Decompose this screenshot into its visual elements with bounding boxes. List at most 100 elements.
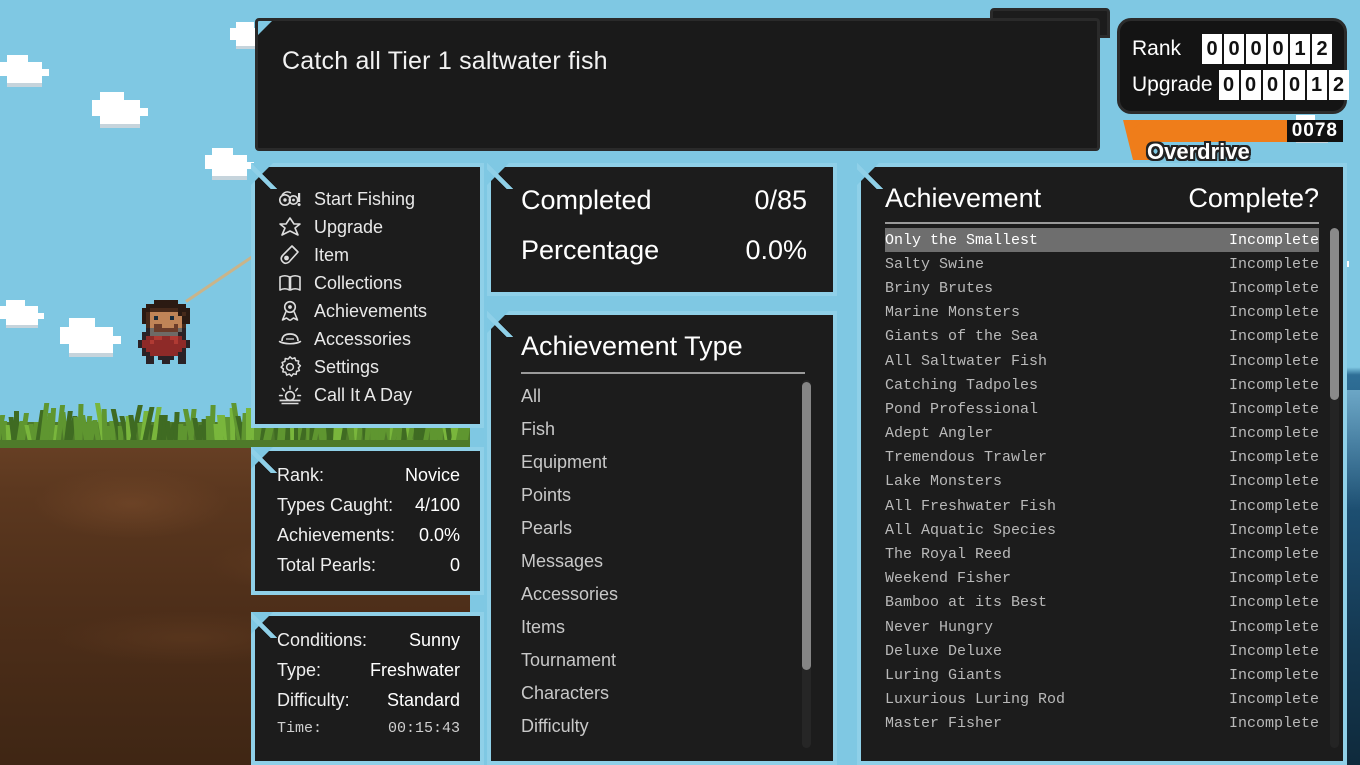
completion-row: Completed0/85 [521,185,807,235]
menu-item-call-it-a-day[interactable]: Call It A Day [277,381,480,409]
menu-item-achievements[interactable]: Achievements [277,297,480,325]
achievement-row[interactable]: Lake MonstersIncomplete [885,470,1319,494]
menu-item-collections[interactable]: Collections [277,269,480,297]
achievement-name: Never Hungry [885,619,993,636]
achievement-row[interactable]: Tremendous TrawlerIncomplete [885,446,1319,470]
achievement-status: Incomplete [1229,425,1319,442]
achievement-row[interactable]: Pond ProfessionalIncomplete [885,397,1319,421]
menu-item-label: Accessories [314,329,411,350]
stat-row-label: Rank: [277,465,324,486]
upgrade-digit-group: 000012 [1219,70,1349,100]
menu-item-accessories[interactable]: Accessories [277,325,480,353]
achievement-row[interactable]: All Aquatic SpeciesIncomplete [885,518,1319,542]
condition-row-value: Sunny [409,630,460,651]
achievement-status: Incomplete [1229,280,1319,297]
achievement-row[interactable]: All Saltwater FishIncomplete [885,349,1319,373]
open-book-icon [277,271,303,295]
achievement-row[interactable]: Salty SwineIncomplete [885,252,1319,276]
menu-item-label: Upgrade [314,217,383,238]
achievement-status: Incomplete [1229,667,1319,684]
condition-row-label: Type: [277,660,321,681]
achievement-row[interactable]: Adept AnglerIncomplete [885,422,1319,446]
achievement-type-scroll-thumb[interactable] [802,382,811,670]
rank-label: Rank [1132,37,1181,61]
achievement-name: Tremendous Trawler [885,449,1047,466]
achievement-name: All Freshwater Fish [885,498,1056,515]
menu-item-label: Settings [314,357,379,378]
achievement-name: Giants of the Sea [885,328,1038,345]
achievement-type-option[interactable]: Points [521,479,833,512]
achievement-type-option[interactable]: Characters [521,677,833,710]
hat-icon [277,327,303,351]
achievement-type-option[interactable]: Tournament [521,644,833,677]
stat-row: Achievements:0.0% [277,525,460,555]
achievement-row[interactable]: Deluxe DeluxeIncomplete [885,639,1319,663]
rank-digit: 0 [1202,34,1222,64]
stat-row-value: 0 [450,555,460,576]
achievement-row[interactable]: Bamboo at its BestIncomplete [885,591,1319,615]
achievement-row[interactable]: Never HungryIncomplete [885,615,1319,639]
achievement-row[interactable]: Briny BrutesIncomplete [885,276,1319,300]
stat-row-value: 4/100 [415,495,460,516]
achievement-column-header: Achievement [885,183,1041,214]
medal-ribbon-icon [277,299,303,323]
condition-row-label: Difficulty: [277,690,350,711]
achievement-row[interactable]: Catching TadpolesIncomplete [885,373,1319,397]
completion-summary-panel: Completed0/85Percentage0.0% [487,163,837,296]
stat-row-label: Total Pearls: [277,555,376,576]
achievement-type-options[interactable]: AllFishEquipmentPointsPearlsMessagesAcce… [521,380,833,748]
rank-digit: 2 [1312,34,1332,64]
achievement-name: Catching Tadpoles [885,377,1038,394]
achievement-row[interactable]: Weekend FisherIncomplete [885,567,1319,591]
achievement-type-option[interactable]: Difficulty [521,710,833,743]
achievement-row[interactable]: Master FisherIncomplete [885,712,1319,736]
achievement-name: Luxurious Luring Rod [885,691,1065,708]
achievement-row[interactable]: Giants of the Sea Incomplete [885,325,1319,349]
achievement-type-option[interactable]: Items [521,611,833,644]
completion-row: Percentage0.0% [521,235,807,285]
achievement-name: The Royal Reed [885,546,1011,563]
time-row: Time: 00:15:43 [277,720,460,750]
menu-item-item[interactable]: Item [277,241,480,269]
stat-row-label: Achievements: [277,525,395,546]
achievement-row[interactable]: Only the SmallestIncomplete [885,228,1319,252]
achievement-type-scrollbar[interactable] [802,380,811,748]
achievement-list-divider [885,222,1319,224]
overdrive-value: 0078 [1287,120,1343,142]
achievement-list-scroll-thumb[interactable] [1330,228,1339,400]
achievement-type-option[interactable]: Fish [521,413,833,446]
stat-row-label: Types Caught: [277,495,393,516]
stat-row-value: Novice [405,465,460,486]
achievement-status: Incomplete [1229,256,1319,273]
achievement-row[interactable]: Luring GiantsIncomplete [885,663,1319,687]
menu-item-settings[interactable]: Settings [277,353,480,381]
achievement-row[interactable]: Marine MonstersIncomplete [885,301,1319,325]
rank-digit: 0 [1224,34,1244,64]
achievement-type-option[interactable]: Messages [521,545,833,578]
achievement-list-scrollbar[interactable] [1330,228,1339,748]
completion-row-label: Completed [521,185,652,216]
rank-upgrade-box: Rank 000012 Upgrade 000012 [1117,18,1347,114]
menu-item-start-fishing[interactable]: Start Fishing [277,185,480,213]
achievement-rows[interactable]: Only the SmallestIncompleteSalty SwineIn… [885,228,1343,748]
complete-column-header: Complete? [1188,183,1319,214]
achievement-row[interactable]: All Freshwater FishIncomplete [885,494,1319,518]
achievement-type-option[interactable]: All [521,380,833,413]
achievement-type-option[interactable]: Equipment [521,446,833,479]
achievement-status: Incomplete [1229,328,1319,345]
overdrive-meter: 0078 Overdrive [1133,120,1347,164]
objective-text: Catch all Tier 1 saltwater fish [282,47,608,76]
achievement-name: Bamboo at its Best [885,594,1047,611]
stat-row: Rank: Novice [277,465,460,495]
bottle-icon [277,243,303,267]
achievement-row[interactable]: Luxurious Luring RodIncomplete [885,688,1319,712]
completion-row-label: Percentage [521,235,659,266]
achievement-row[interactable]: The Royal ReedIncomplete [885,542,1319,566]
achievement-type-option[interactable]: Pearls [521,512,833,545]
achievement-type-option[interactable]: Accessories [521,578,833,611]
condition-row: Difficulty:Standard [277,690,460,720]
condition-row: Type: Freshwater [277,660,460,690]
condition-row-value: Freshwater [370,660,460,681]
menu-item-upgrade[interactable]: Upgrade [277,213,480,241]
achievement-list-panel: Achievement Complete? Only the SmallestI… [857,163,1347,765]
